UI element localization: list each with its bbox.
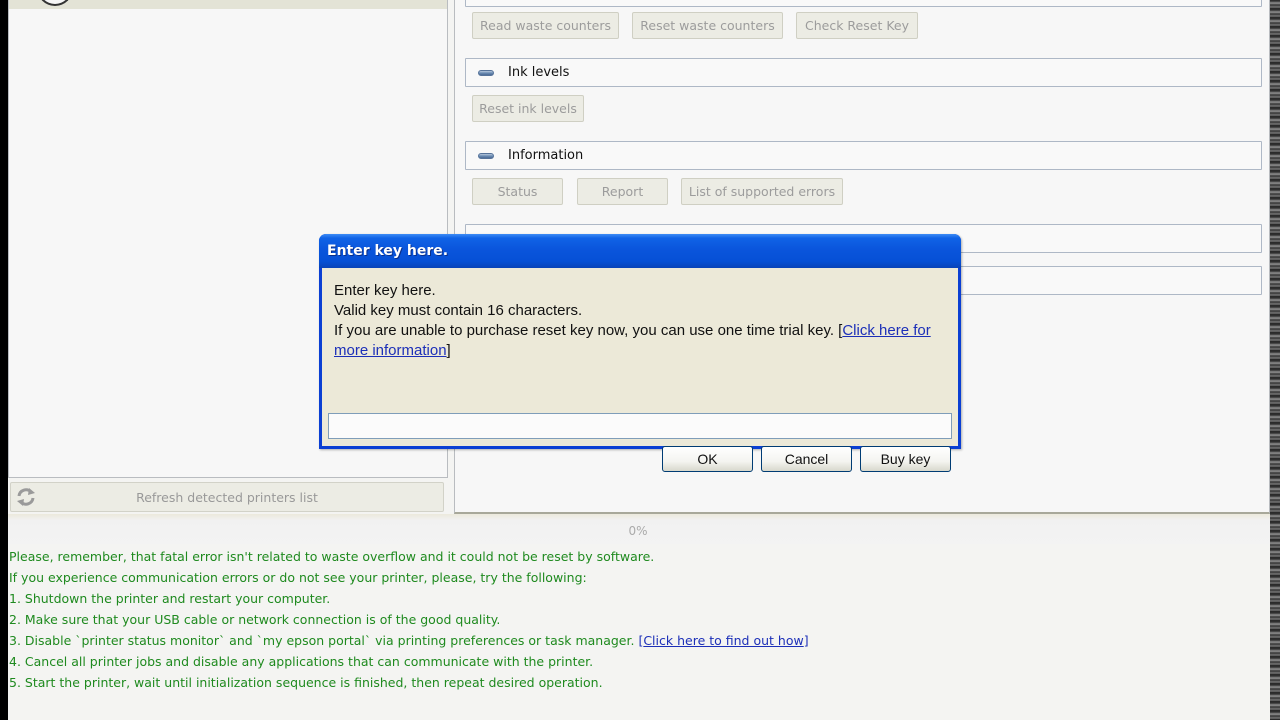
dialog-message: Enter key here. Valid key must contain 1… — [334, 281, 944, 361]
reset-waste-counters-button[interactable]: Reset waste counters — [632, 12, 783, 39]
printer-icon — [37, 0, 73, 6]
check-reset-key-button[interactable]: Check Reset Key — [796, 12, 918, 39]
cancel-button[interactable]: Cancel — [761, 446, 852, 472]
dialog-line-3-text: If you are unable to purchase reset key … — [334, 322, 839, 339]
message-text: 3. Disable `printer status monitor` and … — [9, 633, 639, 648]
message-line: Please, remember, that fatal error isn't… — [9, 549, 655, 564]
refresh-printers-button[interactable]: Refresh detected printers list — [10, 482, 444, 512]
screen-edge-right — [1270, 0, 1280, 720]
progress-label: 0% — [628, 524, 648, 538]
dialog-line-3: If you are unable to purchase reset key … — [334, 322, 931, 359]
buy-key-button[interactable]: Buy key — [860, 446, 951, 472]
help-messages: Please, remember, that fatal error isn't… — [9, 546, 1209, 693]
reset-ink-levels-button[interactable]: Reset ink levels — [472, 95, 584, 122]
status-button[interactable]: Status — [472, 178, 563, 205]
message-line: 2. Make sure that your USB cable or netw… — [9, 612, 501, 627]
section-header-waste-counters[interactable] — [465, 0, 1262, 7]
reset-key-input[interactable] — [328, 413, 952, 439]
ok-button[interactable]: OK — [662, 446, 753, 472]
find-out-how-link[interactable]: Click here to find out how — [643, 633, 803, 648]
dialog-titlebar[interactable]: Enter key here. — [319, 234, 961, 268]
section-header-information[interactable]: Information — [465, 141, 1262, 170]
message-line: 4. Cancel all printer jobs and disable a… — [9, 654, 594, 669]
collapse-icon[interactable] — [478, 69, 494, 76]
refresh-icon — [17, 488, 35, 506]
message-line: If you experience communication errors o… — [9, 570, 587, 585]
screen-edge-left — [0, 0, 8, 720]
message-line: 5. Start the printer, wait until initial… — [9, 675, 603, 690]
refresh-printers-label: Refresh detected printers list — [136, 489, 318, 505]
message-line: 1. Shutdown the printer and restart your… — [9, 591, 331, 606]
section-title-information: Information — [508, 148, 584, 163]
message-line-with-link: 3. Disable `printer status monitor` and … — [9, 633, 809, 648]
dialog-line-2: Valid key must contain 16 characters. — [334, 302, 583, 319]
dialog-line-1: Enter key here. — [334, 282, 436, 299]
section-header-ink-levels[interactable]: Ink levels — [465, 58, 1262, 87]
list-supported-errors-button[interactable]: List of supported errors — [681, 178, 843, 205]
read-waste-counters-button[interactable]: Read waste counters — [472, 12, 619, 39]
dialog-body: Enter key here. Valid key must contain 1… — [322, 268, 958, 472]
enter-key-dialog: Enter key here. Enter key here. Valid ke… — [319, 234, 961, 472]
collapse-icon[interactable] — [478, 152, 494, 159]
section-title-ink-levels: Ink levels — [508, 65, 570, 80]
printer-list-item-selected[interactable] — [9, 0, 447, 9]
dialog-title: Enter key here. — [327, 243, 449, 259]
report-button[interactable]: Report — [577, 178, 668, 205]
